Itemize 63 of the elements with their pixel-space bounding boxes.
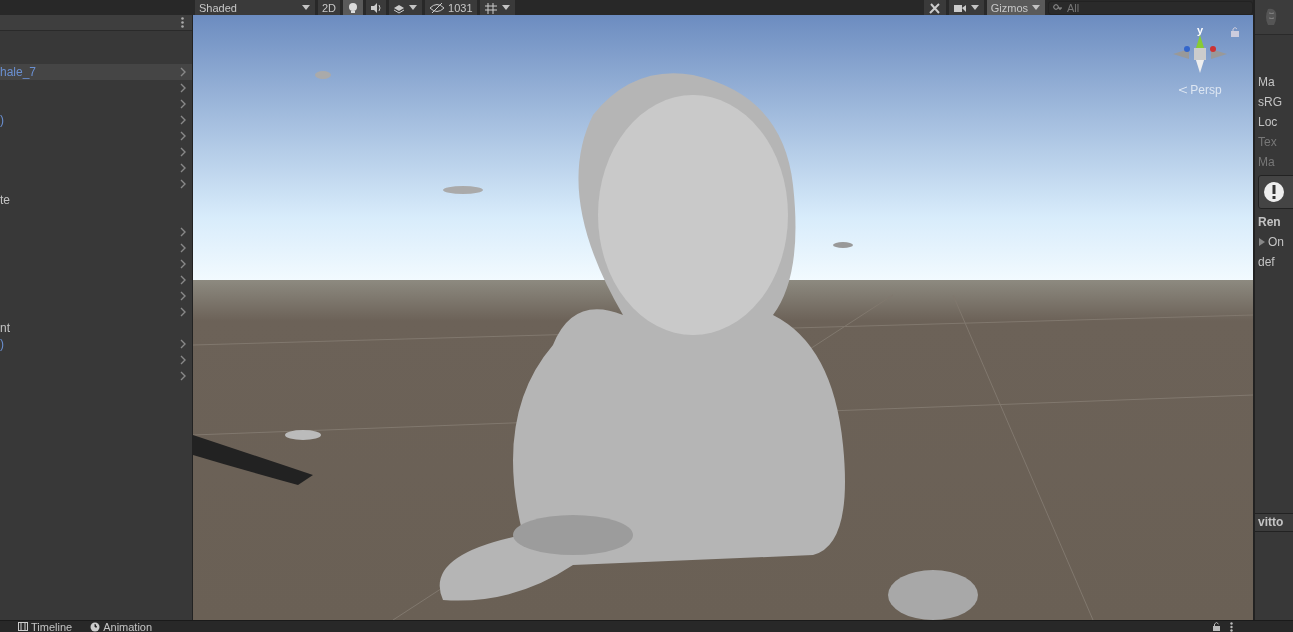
caret-icon: [301, 3, 311, 12]
property-label: Tex: [1258, 134, 1277, 151]
object-name: ): [0, 337, 4, 351]
chevron-right-icon[interactable]: [180, 99, 186, 109]
chevron-right-icon[interactable]: [180, 371, 186, 381]
chevron-right-icon[interactable]: [180, 259, 186, 269]
lightbulb-icon: [347, 1, 360, 14]
object-name: te: [0, 193, 10, 207]
axis-label: y: [1196, 25, 1204, 35]
object-name: nt: [0, 321, 10, 335]
object-name: ): [0, 113, 4, 127]
property-label: Ma: [1258, 74, 1275, 91]
section-header: Ren: [1258, 214, 1281, 231]
caret-icon: [1031, 3, 1041, 12]
panel-tab[interactable]: Animation: [86, 621, 157, 632]
property-label: Loc: [1258, 114, 1278, 131]
chevron-right-icon[interactable]: [180, 115, 186, 125]
camera-button[interactable]: [948, 0, 984, 15]
effects-toggle-button[interactable]: [389, 0, 423, 15]
panel-tab[interactable]: vitto: [1255, 513, 1293, 532]
object-name: hale_7: [0, 65, 37, 79]
search-field[interactable]: All: [1048, 0, 1253, 15]
tools-button[interactable]: [923, 0, 946, 15]
chevron-right-icon[interactable]: [180, 291, 186, 301]
grid-button[interactable]: [479, 0, 515, 15]
camera-icon: [952, 2, 967, 13]
chevron-right-icon[interactable]: [180, 67, 186, 77]
chevron-right-icon[interactable]: [180, 339, 186, 349]
eye-crossed-icon: [429, 1, 446, 14]
chevron-right-icon[interactable]: [180, 131, 186, 141]
property-label: sRG: [1258, 94, 1282, 111]
caret-icon: [500, 3, 511, 12]
lock-icon[interactable]: [1213, 622, 1220, 631]
property-label: def: [1258, 254, 1275, 271]
search-icon: [1053, 4, 1063, 12]
chevron-right-icon[interactable]: [180, 163, 186, 173]
chevron-right-icon[interactable]: [180, 147, 186, 157]
caret-icon: [408, 3, 419, 12]
light-toggle-button[interactable]: [343, 0, 364, 15]
hidden-objects-button[interactable]: 1031: [425, 0, 477, 15]
property-label: On: [1268, 234, 1284, 251]
more-options-icon[interactable]: [1230, 621, 1233, 632]
caret-icon: [969, 3, 980, 12]
chevron-right-icon[interactable]: [180, 275, 186, 285]
chevron-right-icon[interactable]: [180, 227, 186, 237]
film-icon: [18, 622, 28, 631]
2d-toggle-button[interactable]: 2D: [318, 0, 341, 15]
chevron-right-icon[interactable]: [180, 307, 186, 317]
grid-icon: [483, 1, 498, 14]
more-options-icon[interactable]: [181, 17, 184, 28]
chevron-right-icon[interactable]: [180, 179, 186, 189]
warning-icon: [1263, 181, 1285, 203]
chevron-right-icon[interactable]: [180, 243, 186, 253]
chevron-right-icon[interactable]: [180, 355, 186, 365]
audio-toggle-button[interactable]: [366, 0, 387, 15]
panel-tab[interactable]: Timeline: [14, 621, 77, 632]
chevron-right-icon[interactable]: [180, 83, 186, 93]
perspective-icon: [1178, 86, 1189, 94]
triangle-right-icon[interactable]: [1258, 237, 1266, 247]
shading-mode-dropdown[interactable]: Shaded: [195, 0, 315, 15]
gizmos-dropdown[interactable]: Gizmos: [986, 0, 1045, 15]
speaker-icon: [370, 1, 383, 14]
property-label: Ma: [1258, 154, 1275, 171]
